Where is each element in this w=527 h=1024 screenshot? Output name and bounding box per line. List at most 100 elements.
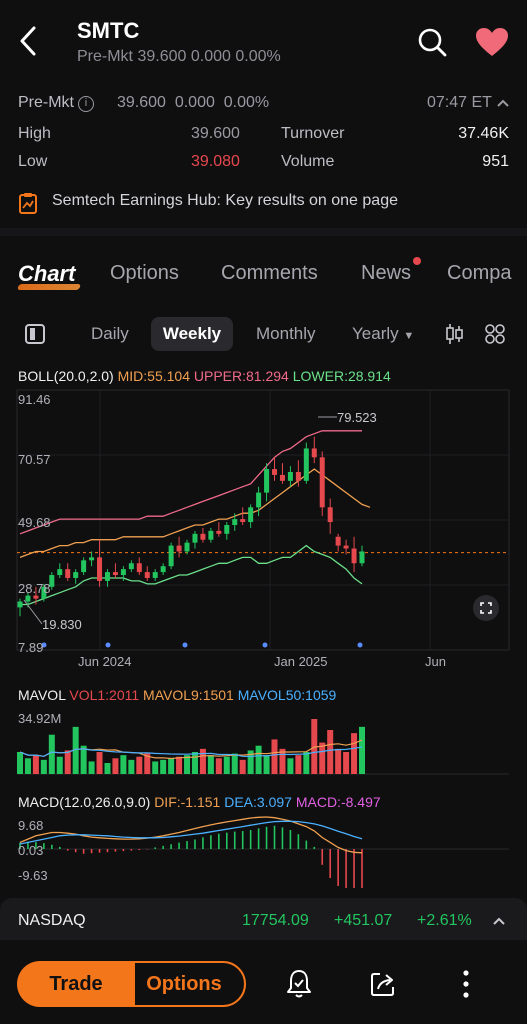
volume-bar [80,745,87,774]
back-arrow-icon[interactable] [14,24,44,58]
price-alert-bell-icon[interactable] [284,968,314,1000]
period-monthly[interactable]: Monthly [256,324,316,344]
candle-body [256,492,262,508]
boll-indicator-header[interactable]: BOLL(20.0,2.0) MID:55.104 UPPER:81.294 L… [18,368,391,384]
volume-bar [17,752,23,774]
event-dot [105,642,111,648]
index-name: NASDAQ [18,912,86,929]
tab-options[interactable]: Options [110,262,179,285]
price-chart[interactable] [0,386,527,676]
candle-body [17,601,23,608]
macd-chart[interactable] [0,812,527,888]
candle-body [287,472,293,481]
candle-body [168,545,174,567]
volume-bar [32,755,39,774]
favorite-heart-icon[interactable] [474,26,510,58]
options-button[interactable]: Options [122,961,246,1007]
section-divider [0,228,527,236]
info-icon[interactable]: i [78,96,94,112]
search-icon[interactable] [416,26,448,58]
volume-bar [199,748,206,774]
candle-body [295,472,301,481]
candle-body [136,563,142,573]
candle-body [112,572,118,576]
mavol9-line [19,739,363,760]
event-dot [357,642,363,648]
candle-body [81,560,87,573]
more-options-icon[interactable] [460,968,472,1000]
volume-bar [120,755,127,774]
tab-news[interactable]: News [361,262,411,285]
share-icon[interactable] [368,969,398,999]
period-weekly[interactable]: Weekly [151,317,233,351]
volume-bar [343,752,350,774]
candle-body [33,595,39,599]
candle-body [176,545,182,552]
price-axis-4: 28.78 [18,581,51,596]
volume-bar [319,742,326,774]
news-unread-dot [413,257,421,265]
volume-bar [207,755,214,774]
period-daily[interactable]: Daily [91,324,129,344]
time-axis-jan2025: Jan 2025 [274,654,328,669]
event-dot [182,642,188,648]
candle-body [104,572,110,581]
volume-bar [231,753,238,774]
mavol-header[interactable]: MAVOL VOL1:2011 MAVOL9:1501 MAVOL50:1059 [18,687,336,703]
volume-bar [88,761,95,774]
earnings-hub-banner[interactable]: Semtech Earnings Hub: Key results on one… [52,192,398,210]
volume-bar [327,730,334,774]
high-label: High [18,125,51,142]
premkt-pct: 0.00% [235,48,281,65]
candle-body [335,536,341,546]
volume-bar [263,755,270,774]
candle-body [120,569,126,576]
high-value: 39.600 [191,125,240,142]
fullscreen-button[interactable] [473,595,499,621]
volume-bar [287,758,294,774]
premkt-row-price: 39.600 [117,94,166,111]
tab-comments[interactable]: Comments [221,262,318,285]
volume-bar [223,756,230,774]
mavol-50: MAVOL50:1059 [237,687,337,703]
candle-body [319,457,325,508]
candle-body [160,566,166,573]
boll-upper: UPPER:81.294 [193,368,289,384]
premkt-values: 39.600 0.000 0.00% [117,94,269,112]
boll-upper-line [19,430,362,535]
period-yearly-label: Yearly [352,324,399,343]
chevron-up-icon[interactable] [492,916,506,926]
candle-body [184,542,190,552]
period-yearly[interactable]: Yearly ▼ [352,324,414,344]
volume-bar [40,759,47,774]
grid-layout-icon[interactable] [484,323,506,345]
candle-body [200,533,206,540]
volume-bar [239,759,246,774]
sidebar-toggle-icon[interactable] [24,322,46,346]
mavol-9: MAVOL9:1501 [143,687,234,703]
trade-button[interactable]: Trade [17,961,135,1007]
candle-body [311,448,317,458]
candle-body [232,519,238,525]
candle-body [128,563,134,570]
volume-bar [168,758,175,774]
earnings-report-icon [19,193,37,214]
expand-icon [480,602,492,614]
chevron-up-icon[interactable] [497,98,509,108]
candlestick-style-icon[interactable] [444,322,464,346]
boll-label: BOLL(20.0,2.0) [18,368,114,384]
tab-company[interactable]: Compa [447,262,527,285]
volume-bar [160,759,167,774]
volume-bar [104,763,111,774]
volume-bar [112,758,119,774]
volume-bar [24,758,31,774]
boll-lower: LOWER:28.914 [292,368,391,384]
quote-time-text: 07:47 ET [427,94,492,111]
volume-chart[interactable] [0,706,527,778]
time-axis-jun: Jun [425,654,446,669]
candle-body [240,519,246,523]
macd-header[interactable]: MACD(12.0,26.0,9.0) DIF:-1.151 DEA:3.097… [18,794,381,810]
tab-chart[interactable]: Chart [18,261,75,287]
volume-bar [351,733,358,774]
macd-axis-1: 9.68 [18,818,44,833]
